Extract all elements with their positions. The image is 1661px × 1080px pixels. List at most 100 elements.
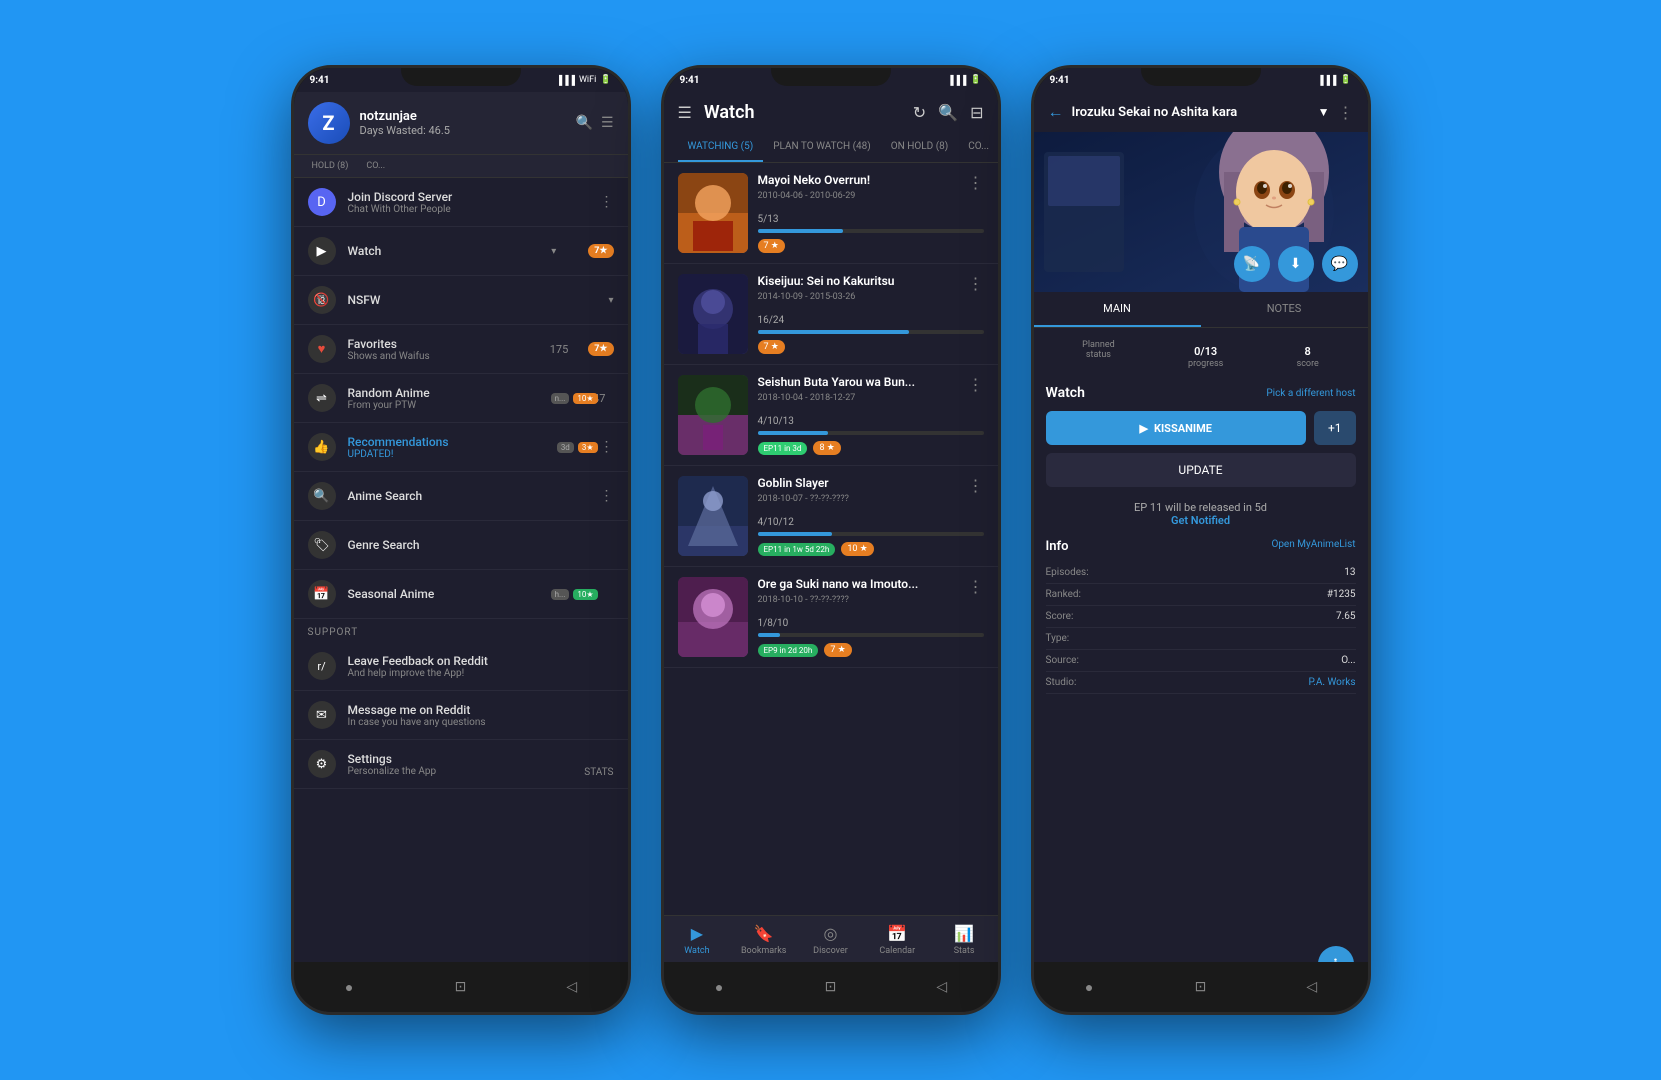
- phone-2: 9:41 ▐▐▐ 🔋 ☰ Watch ↻ 🔍 ⊟ WATCHING (5): [661, 65, 1001, 1015]
- favorites-label: Favorites: [348, 337, 538, 351]
- home-btn-1[interactable]: ●: [337, 975, 361, 999]
- tab-plan-to-watch[interactable]: PLAN TO WATCH (48): [763, 133, 881, 162]
- sidebar-item-reddit-message[interactable]: ✉ Message me on Reddit In case you have …: [294, 691, 628, 740]
- seasonal-badge-2: 10★: [573, 589, 597, 600]
- seishun-bottom-row: EP11 in 3d 8 ★: [758, 441, 984, 455]
- tab-on-hold[interactable]: ON HOLD (8): [881, 133, 958, 162]
- p2-filter-icon[interactable]: ⊟: [970, 103, 983, 122]
- goblin-score-badge: 10 ★: [841, 542, 873, 556]
- p3-notif-link[interactable]: Get Notified: [1046, 514, 1356, 527]
- tab-completed[interactable]: CO...: [958, 133, 997, 162]
- p3-dropdown-icon[interactable]: ▼: [1318, 105, 1330, 119]
- watch-icon: ▶: [308, 237, 336, 265]
- phone-1: 9:41 ▐▐▐ WiFi 🔋 Z notzunjae Days Wasted:…: [291, 65, 631, 1015]
- anime-search-more-icon[interactable]: ⋮: [600, 488, 614, 504]
- list-item-goblin[interactable]: Goblin Slayer 2018-10-07 - ??-??-???? ⋮ …: [664, 466, 998, 567]
- p1-tab-co[interactable]: CO...: [362, 155, 389, 177]
- p3-kiss-row: ▶ KISSANIME +1: [1046, 411, 1356, 445]
- phone-notch-1: [401, 68, 521, 86]
- goblin-more-icon[interactable]: ⋮: [968, 476, 984, 495]
- status-icons-3: ▐▐▐ 🔋: [1317, 75, 1351, 86]
- status-icons-1: ▐▐▐ WiFi 🔋: [556, 75, 612, 86]
- p3-update-btn[interactable]: UPDATE: [1046, 453, 1356, 487]
- sidebar-item-genre-search[interactable]: 🏷 Genre Search: [294, 521, 628, 570]
- genre-search-text: Genre Search: [348, 538, 614, 552]
- p3-tab-notes[interactable]: NOTES: [1201, 292, 1368, 327]
- sidebar-item-random[interactable]: ⇌ Random Anime From your PTW 47 n... 10★: [294, 374, 628, 423]
- favorites-badge: 7★: [588, 342, 613, 356]
- nav-discover[interactable]: ◎ Discover: [797, 916, 864, 962]
- tab-watching[interactable]: WATCHING (5): [678, 133, 764, 162]
- favorites-count: 175: [550, 343, 569, 356]
- signal-icon-2: ▐▐▐: [947, 75, 966, 86]
- home-btn-3[interactable]: ●: [1077, 975, 1101, 999]
- p3-plus-btn[interactable]: +1: [1314, 411, 1356, 445]
- nav-stats[interactable]: 📊 Stats: [931, 916, 998, 962]
- back-btn-3[interactable]: ◁: [1300, 975, 1324, 999]
- ore-more-icon[interactable]: ⋮: [968, 577, 984, 596]
- p3-studio-key: Studio:: [1046, 677, 1077, 688]
- p3-back-icon[interactable]: ←: [1048, 102, 1064, 122]
- rec-more-icon[interactable]: ⋮: [600, 439, 614, 455]
- nav-bookmarks[interactable]: 🔖 Bookmarks: [730, 916, 797, 962]
- sidebar-item-seasonal[interactable]: 📅 Seasonal Anime h... 10★: [294, 570, 628, 619]
- p3-info-episodes: Episodes: 13: [1046, 562, 1356, 584]
- p3-kissanime-btn[interactable]: ▶ KISSANIME: [1046, 411, 1306, 445]
- ore-progress-bar: [758, 633, 781, 637]
- sidebar-item-settings[interactable]: ⚙ Settings Personalize the App STATS: [294, 740, 628, 789]
- sidebar-item-nsfw[interactable]: 🔞 NSFW ▾: [294, 276, 628, 325]
- thumb-mayoi: [678, 173, 748, 253]
- seishun-more-icon[interactable]: ⋮: [968, 375, 984, 394]
- p3-mal-link[interactable]: Open MyAnimeList: [1271, 539, 1355, 554]
- phone3-content: ← Irozuku Sekai no Ashita kara ▼ ⋮: [1034, 92, 1368, 962]
- goblin-ep-badge: EP11 in 1w 5d 22h: [758, 543, 836, 556]
- nav-watch[interactable]: ▶ Watch: [664, 916, 731, 962]
- list-item-ore[interactable]: Ore ga Suki nano wa Imouto... 2018-10-10…: [664, 567, 998, 668]
- recent-btn-3[interactable]: ⊡: [1188, 975, 1212, 999]
- p3-info-header: Info Open MyAnimeList: [1046, 539, 1356, 554]
- home-btn-2[interactable]: ●: [707, 975, 731, 999]
- sidebar-item-anime-search[interactable]: 🔍 Anime Search ⋮: [294, 472, 628, 521]
- p3-plus-label: +1: [1328, 421, 1342, 435]
- mayoi-info: Mayoi Neko Overrun! 2010-04-06 - 2010-06…: [758, 173, 984, 253]
- p3-cast-btn[interactable]: 📡: [1234, 246, 1270, 282]
- p2-refresh-icon[interactable]: ↻: [913, 103, 926, 122]
- rec-sub: UPDATED!: [348, 449, 548, 460]
- nav-calendar[interactable]: 📅 Calendar: [864, 916, 931, 962]
- random-badge-2: 10★: [573, 393, 597, 404]
- list-item-seishun[interactable]: Seishun Buta Yarou wa Bun... 2018-10-04 …: [664, 365, 998, 466]
- filter-icon-header[interactable]: ☰: [601, 115, 614, 131]
- back-btn-1[interactable]: ◁: [560, 975, 584, 999]
- back-btn-2[interactable]: ◁: [930, 975, 954, 999]
- search-icon-header[interactable]: 🔍: [576, 115, 593, 131]
- p3-download-btn[interactable]: ⬇: [1278, 246, 1314, 282]
- list-item-mayoi[interactable]: Mayoi Neko Overrun! 2010-04-06 - 2010-06…: [664, 163, 998, 264]
- p3-banner: 📡 ⬇ 💬: [1034, 132, 1368, 292]
- p2-hamburger-icon[interactable]: ☰: [678, 103, 692, 122]
- phone-screen-1: 9:41 ▐▐▐ WiFi 🔋 Z notzunjae Days Wasted:…: [294, 68, 628, 1012]
- phone-3: 9:41 ▐▐▐ 🔋 ← Irozuku Sekai no Ashita kar…: [1031, 65, 1371, 1015]
- sidebar-item-recommendations[interactable]: 👍 Recommendations UPDATED! 3d 3★ ⋮: [294, 423, 628, 472]
- p1-tab-hold[interactable]: HOLD (8): [308, 155, 353, 177]
- reddit-feedback-text: Leave Feedback on Reddit And help improv…: [348, 654, 614, 679]
- p3-chat-btn[interactable]: 💬: [1322, 246, 1358, 282]
- p3-host-link[interactable]: Pick a different host: [1266, 388, 1355, 399]
- p3-score-val: 7.65: [1336, 611, 1356, 622]
- watch-badge: 7★: [588, 244, 613, 258]
- p2-bottom-nav: ▶ Watch 🔖 Bookmarks ◎ Discover 📅 Calenda…: [664, 915, 998, 962]
- nav-bookmarks-icon: 🔖: [754, 924, 774, 943]
- p3-tab-main[interactable]: MAIN: [1034, 292, 1201, 327]
- sidebar-item-discord[interactable]: D Join Discord Server Chat With Other Pe…: [294, 178, 628, 227]
- kiseijuu-date: 2014-10-09 - 2015-03-26: [758, 292, 895, 302]
- sidebar-item-watch[interactable]: ▶ Watch ▾ 7★: [294, 227, 628, 276]
- p3-more-icon[interactable]: ⋮: [1338, 103, 1354, 122]
- list-item-kiseijuu[interactable]: Kiseijuu: Sei no Kakuritsu 2014-10-09 - …: [664, 264, 998, 365]
- discord-more-icon[interactable]: ⋮: [600, 194, 614, 210]
- sidebar-item-reddit-feedback[interactable]: r/ Leave Feedback on Reddit And help imp…: [294, 642, 628, 691]
- p2-search-icon[interactable]: 🔍: [938, 103, 958, 122]
- mayoi-more-icon[interactable]: ⋮: [968, 173, 984, 192]
- recent-btn-1[interactable]: ⊡: [448, 975, 472, 999]
- recent-btn-2[interactable]: ⊡: [818, 975, 842, 999]
- sidebar-item-favorites[interactable]: ♥ Favorites Shows and Waifus 175 7★: [294, 325, 628, 374]
- kiseijuu-more-icon[interactable]: ⋮: [968, 274, 984, 293]
